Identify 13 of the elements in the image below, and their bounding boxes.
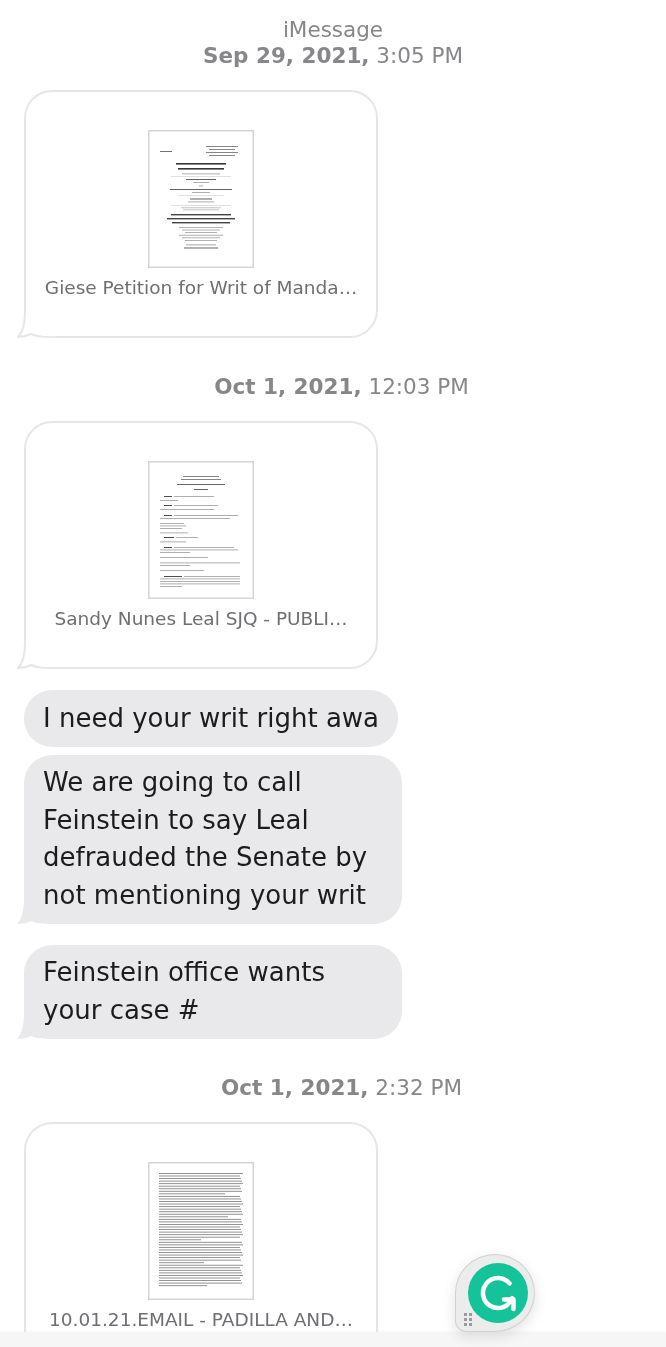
timestamp: Sep 29, 2021, 3:05 PM bbox=[203, 43, 463, 69]
timestamp: Oct 1, 2021, 2:32 PM bbox=[221, 1074, 462, 1101]
file-name: Giese Petition for Writ of Manda… bbox=[44, 276, 358, 300]
service-label: iMessage bbox=[282, 17, 384, 43]
message-text: I need your writ right awa bbox=[43, 701, 380, 735]
bubble-tail-icon bbox=[17, 635, 61, 669]
drag-handle-icon[interactable] bbox=[464, 1313, 472, 1326]
file-name: Sandy Nunes Leal SJQ - PUBLI… bbox=[54, 607, 348, 631]
bubble-tail-icon bbox=[17, 304, 61, 338]
message-text: We are going to call Feinstein to say Leal defrauded the Senate by not mentioning your writ bbox=[43, 766, 369, 912]
file-name: 10.01.21.EMAIL - PADILLA AND… bbox=[49, 1307, 353, 1332]
timestamp: Oct 1, 2021, 12:03 PM bbox=[214, 374, 469, 400]
message-text: Feinstein office wants your case # bbox=[43, 956, 326, 1027]
